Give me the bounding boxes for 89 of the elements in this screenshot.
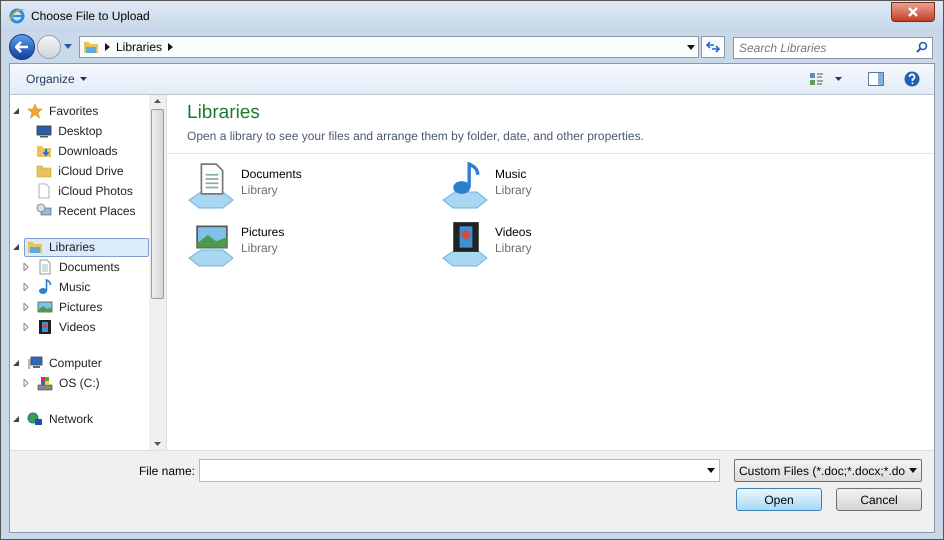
open-button[interactable]: Open [736,488,822,511]
nav-item[interactable]: Recent Places [33,202,150,220]
dropdown-icon[interactable] [707,468,715,473]
refresh-button[interactable] [701,36,725,58]
nav-item[interactable]: Documents [34,258,150,276]
caret-icon [80,77,87,81]
back-arrow-icon [15,41,29,53]
library-item[interactable]: Pictures Library [187,218,441,268]
drive-icon [37,375,53,391]
help-icon [904,71,920,87]
download-icon [36,143,52,159]
library-stand-icon [441,248,489,268]
library-name: Documents [241,166,302,182]
window-title: Choose File to Upload [31,8,150,25]
nav-item[interactable]: Pictures [34,298,150,316]
library-type: Library [241,182,279,198]
refresh-icon [706,41,720,53]
nav-item[interactable]: Videos [34,318,150,336]
address-dropdown-icon[interactable] [687,44,695,50]
file-name-label: File name: [138,462,195,480]
organize-button[interactable]: Organize [20,70,93,88]
content-title: Libraries [187,101,261,125]
file-type-dropdown[interactable]: Custom Files (*.doc;*.docx;*.do [734,459,922,482]
file-icon [36,183,52,199]
documents-icon [37,259,53,275]
expand-arrow-icon[interactable] [22,379,30,387]
network-icon [27,411,43,427]
library-type: Library [495,240,532,256]
browser-logo-icon [9,8,25,24]
back-button[interactable] [9,34,35,60]
library-item[interactable]: Music Library [441,160,695,210]
nav-item[interactable]: iCloud Drive [33,162,150,180]
preview-pane-button[interactable] [868,72,884,86]
music-icon [37,279,53,295]
library-name: Music [495,166,528,182]
library-name: Videos [495,224,532,240]
star-icon [27,103,43,119]
scroll-down-icon[interactable] [154,442,162,446]
library-stand-icon [187,248,235,268]
scrollbar[interactable] [149,95,166,450]
breadcrumb-arrow-icon[interactable] [105,43,110,51]
content-description: Open a library to see your files and arrange them by folder, date, and other properties. [187,128,645,145]
search-field[interactable]: Search Libraries [733,37,933,59]
expand-arrow-icon[interactable] [22,323,30,331]
library-item[interactable]: Documents Library [187,160,441,210]
nav-item[interactable]: Downloads [33,142,150,160]
library-item[interactable]: Videos Library [441,218,695,268]
address-bar[interactable]: Libraries [79,36,699,58]
nav-item[interactable]: Computer [24,354,150,372]
library-type: Library [241,240,279,256]
preview-pane-icon [868,72,884,86]
library-stand-icon [441,190,489,210]
collapse-arrow-icon[interactable] [12,359,20,367]
collapse-arrow-icon[interactable] [12,415,20,423]
nav-item[interactable]: Libraries [24,238,150,256]
videos-icon [37,319,53,335]
nav-item[interactable]: Music [34,278,150,296]
view-list-icon [809,71,825,87]
computer-icon [27,355,43,371]
scroll-thumb[interactable] [151,109,164,299]
history-dropdown-icon[interactable] [63,44,73,50]
nav-item[interactable]: Favorites [24,102,150,120]
expand-arrow-icon[interactable] [22,283,30,291]
nav-item[interactable]: iCloud Photos [33,182,150,200]
expand-arrow-icon[interactable] [22,303,30,311]
scroll-up-icon[interactable] [154,99,162,103]
breadcrumb-arrow-icon[interactable] [168,43,174,51]
help-button[interactable] [904,71,920,87]
close-button[interactable] [891,2,935,22]
nav-item[interactable]: OS (C:) [34,374,150,392]
library-name: Pictures [241,224,284,240]
folder-icon [36,163,52,179]
collapse-arrow-icon[interactable] [12,243,20,251]
cancel-button[interactable]: Cancel [836,488,922,511]
library-icon [27,239,43,255]
search-icon [916,41,928,53]
caret-icon [835,77,842,81]
dropdown-icon [909,468,917,473]
file-name-field[interactable] [199,459,720,482]
nav-item[interactable]: Network [24,410,150,428]
library-icon [83,39,99,55]
expand-arrow-icon[interactable] [22,263,30,271]
breadcrumb-item[interactable]: Libraries [116,38,162,56]
nav-item[interactable]: Desktop [33,122,150,140]
library-type: Library [495,182,532,198]
pictures-icon [37,299,53,315]
collapse-arrow-icon[interactable] [12,107,20,115]
desktop-icon [36,123,52,139]
close-icon [908,7,918,17]
